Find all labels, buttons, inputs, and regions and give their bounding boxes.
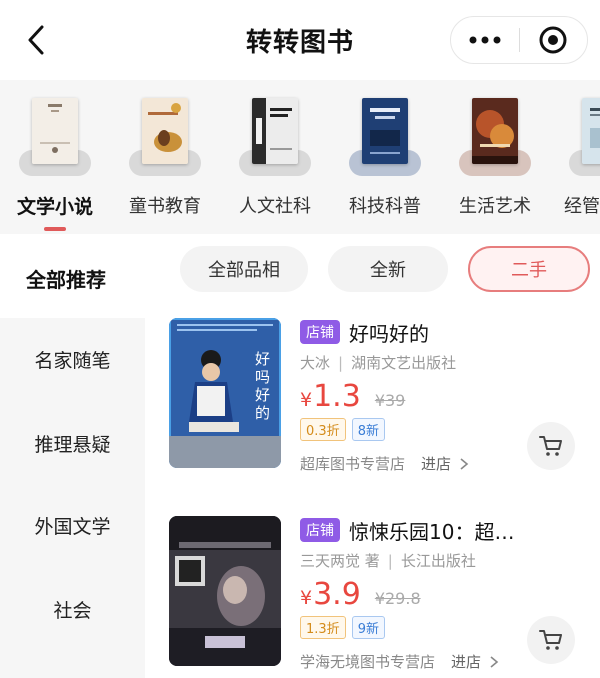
close-button[interactable] xyxy=(520,17,587,63)
category-strip: 文学小说 童书教育 人文社科 科技科普 生活艺术 经管 xyxy=(0,80,600,234)
filter-chip-secondhand[interactable]: 二手 xyxy=(468,246,590,292)
condition-badge: 8新 xyxy=(351,418,385,441)
category-label: 生活艺术 xyxy=(459,196,531,217)
cart-icon xyxy=(539,436,562,456)
book-cover xyxy=(252,98,298,164)
discount-badge: 1.3折 xyxy=(300,616,346,639)
category-label: 科技科普 xyxy=(349,196,421,217)
cover-art xyxy=(32,98,78,164)
product-publisher: 湖南文艺出版社 xyxy=(351,354,457,372)
cover-art xyxy=(169,516,281,666)
more-button[interactable] xyxy=(451,17,519,63)
original-price: ¥29.8 xyxy=(374,589,421,608)
chevron-right-icon xyxy=(460,457,469,470)
category-cover-wrap xyxy=(15,98,95,176)
cover-art xyxy=(472,98,518,164)
category-cover-wrap xyxy=(455,98,535,176)
meta-divider: | xyxy=(387,552,393,570)
svg-text:的: 的 xyxy=(255,404,270,422)
product-author: 三天两觉 著 xyxy=(300,552,380,570)
filter-chip-new[interactable]: 全新 xyxy=(328,246,448,292)
shop-badge: 店铺 xyxy=(300,518,340,542)
product-cover[interactable] xyxy=(169,516,281,666)
sidebar-item-mystery[interactable]: 推理悬疑 xyxy=(0,430,145,457)
product-card[interactable]: 好 吗 好 的 店铺 好吗好的 大冰 | 湖南文艺出版社 ¥1.3 ¥39 0.… xyxy=(145,318,600,488)
category-label: 童书教育 xyxy=(129,196,201,217)
section-title: 全部推荐 xyxy=(26,268,106,292)
enter-store-link[interactable]: 进店 xyxy=(451,651,501,672)
product-card[interactable]: 店铺 惊悚乐园10：超… 三天两觉 著 | 长江出版社 ¥3.9 ¥29.8 1.3… xyxy=(145,516,600,678)
enter-store-label: 进店 xyxy=(451,653,482,671)
category-label: 经管… xyxy=(564,196,600,217)
filter-chip-all-conditions[interactable]: 全部品相 xyxy=(180,246,308,292)
product-list: 好 吗 好 的 店铺 好吗好的 大冰 | 湖南文艺出版社 ¥1.3 ¥39 0.… xyxy=(145,318,600,678)
book-cover xyxy=(362,98,408,164)
category-business[interactable]: 经管… xyxy=(550,98,600,218)
sidebar-item-foreign-lit[interactable]: 外国文学 xyxy=(0,512,145,539)
cart-icon xyxy=(539,630,562,650)
more-dots-icon xyxy=(469,36,501,44)
cover-art xyxy=(582,98,600,164)
category-lifestyle[interactable]: 生活艺术 xyxy=(440,98,550,218)
product-price: ¥1.3 xyxy=(300,379,361,414)
store-name[interactable]: 超库图书专营店 xyxy=(300,453,405,474)
product-title[interactable]: 惊悚乐园10：超… xyxy=(349,516,514,545)
enter-store-link[interactable]: 进店 xyxy=(421,453,471,474)
sidebar-item-society[interactable]: 社会 xyxy=(0,596,145,623)
product-title-row: 店铺 惊悚乐园10：超… xyxy=(300,516,588,544)
mini-program-capsule xyxy=(450,16,588,64)
discount-badge: 0.3折 xyxy=(300,418,346,441)
svg-text:好: 好 xyxy=(255,386,270,404)
book-cover xyxy=(582,98,600,164)
enter-store-label: 进店 xyxy=(421,455,452,473)
product-meta: 三天两觉 著 | 长江出版社 xyxy=(300,550,588,571)
add-to-cart-button[interactable] xyxy=(527,616,575,664)
subcategory-sidebar: 名家随笔 推理悬疑 外国文学 社会 xyxy=(0,318,145,678)
price-row: ¥1.3 ¥39 xyxy=(300,379,588,414)
currency-symbol: ¥ xyxy=(300,389,313,411)
product-author: 大冰 xyxy=(300,354,331,372)
category-children[interactable]: 童书教育 xyxy=(110,98,220,218)
meta-divider: | xyxy=(338,354,344,372)
condition-badge: 9新 xyxy=(351,616,385,639)
product-title[interactable]: 好吗好的 xyxy=(349,318,429,347)
price-value: 1.3 xyxy=(313,379,361,414)
product-publisher: 长江出版社 xyxy=(400,552,476,570)
price-row: ¥3.9 ¥29.8 xyxy=(300,577,588,612)
product-title-row: 店铺 好吗好的 xyxy=(300,318,588,346)
category-fiction[interactable]: 文学小说 xyxy=(0,98,110,231)
category-cover-wrap xyxy=(565,98,600,176)
sidebar-item-essays[interactable]: 名家随笔 xyxy=(0,346,145,373)
add-to-cart-button[interactable] xyxy=(527,422,575,470)
cover-art: 好 吗 好 的 xyxy=(169,318,281,468)
product-cover[interactable]: 好 吗 好 的 xyxy=(169,318,281,468)
shop-badge: 店铺 xyxy=(300,320,340,344)
store-name[interactable]: 学海无境图书专营店 xyxy=(300,651,435,672)
filter-bar: 全部推荐 全部品相 全新 二手 xyxy=(0,234,600,318)
product-price: ¥3.9 xyxy=(300,577,361,612)
top-bar: 转转图书 xyxy=(0,0,600,80)
cover-art xyxy=(142,98,188,164)
category-cover-wrap xyxy=(125,98,205,176)
category-cover-wrap xyxy=(235,98,315,176)
book-cover xyxy=(32,98,78,164)
category-label: 人文社科 xyxy=(239,196,311,217)
currency-symbol: ¥ xyxy=(300,587,313,609)
svg-text:好: 好 xyxy=(255,350,270,368)
category-humanities[interactable]: 人文社科 xyxy=(220,98,330,218)
product-meta: 大冰 | 湖南文艺出版社 xyxy=(300,352,588,373)
target-icon xyxy=(539,26,567,54)
category-science[interactable]: 科技科普 xyxy=(330,98,440,218)
cover-art xyxy=(362,98,408,164)
original-price: ¥39 xyxy=(374,391,406,410)
cover-art xyxy=(252,98,298,164)
active-underline xyxy=(44,227,66,231)
book-cover xyxy=(472,98,518,164)
chevron-right-icon xyxy=(490,655,499,668)
category-cover-wrap xyxy=(345,98,425,176)
category-label: 文学小说 xyxy=(16,196,93,218)
book-cover xyxy=(142,98,188,164)
svg-text:吗: 吗 xyxy=(255,368,270,386)
price-value: 3.9 xyxy=(313,577,361,612)
